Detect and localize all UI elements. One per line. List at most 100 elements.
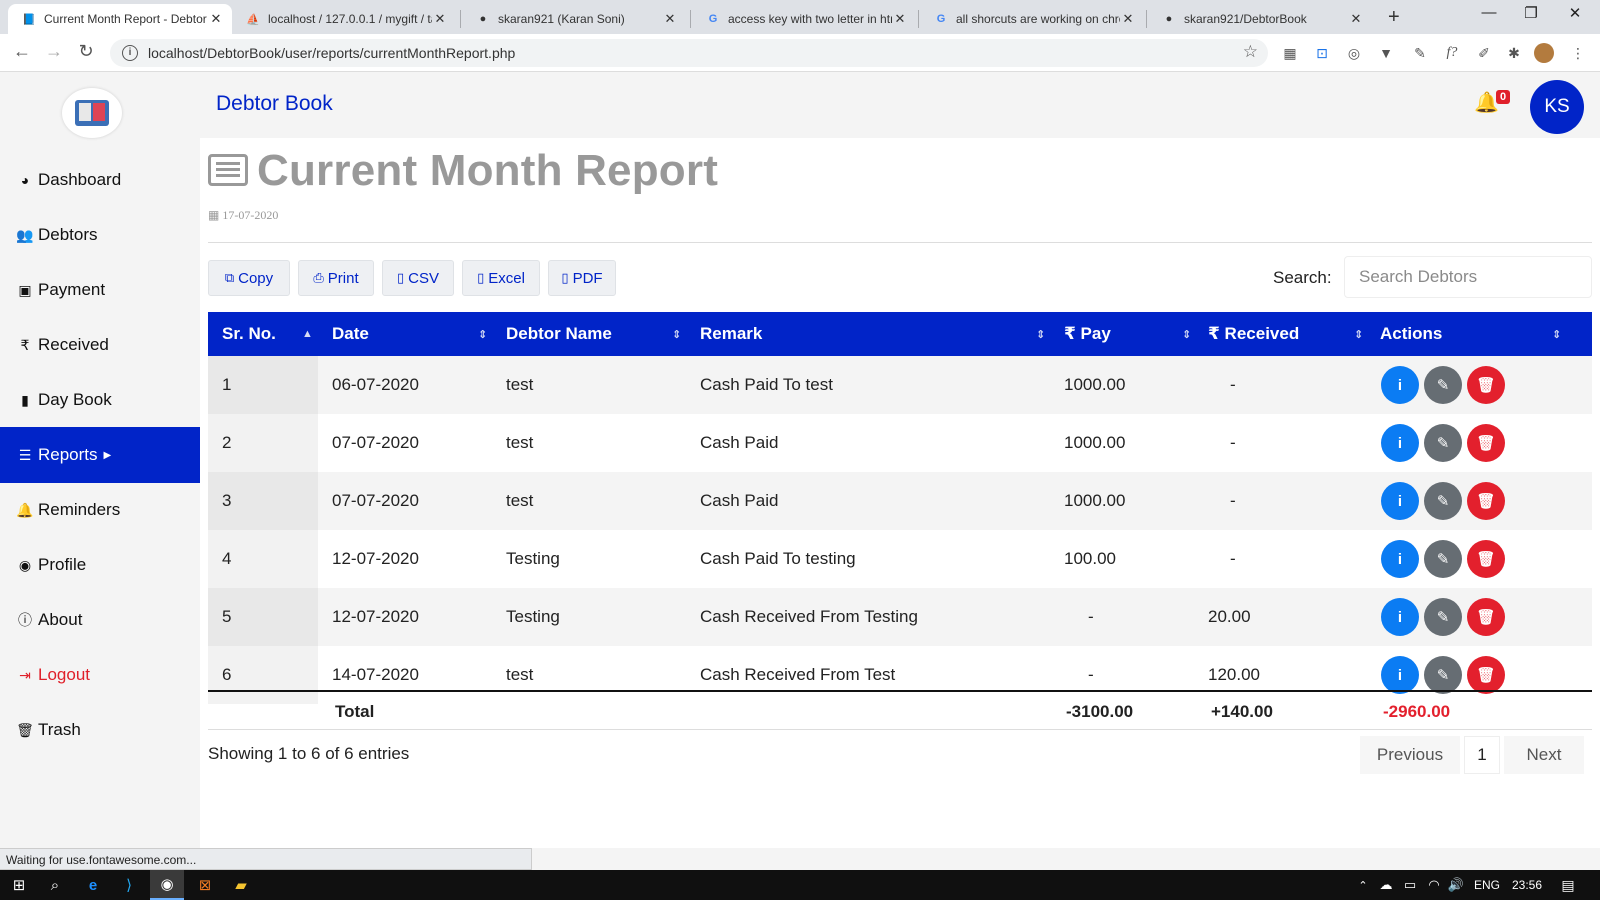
edit-button[interactable]: ✎ [1424,656,1462,694]
chrome-taskbar-icon[interactable]: ◉ [150,870,184,900]
address-bar[interactable]: i localhost/DebtorBook/user/reports/curr… [110,39,1268,67]
extension-icon[interactable]: ✐ [1474,43,1494,63]
column-header-actions[interactable]: Actions [1380,312,1442,356]
edge-browser-icon[interactable]: e [78,870,108,900]
browser-tab[interactable]: G all shorcuts are working on chrome ✕ [920,4,1144,34]
sort-icon[interactable]: ⇕ [1036,312,1045,356]
back-icon[interactable]: ← [10,41,34,62]
edit-button[interactable]: ✎ [1424,540,1462,578]
column-header-remark[interactable]: Remark [700,312,762,356]
delete-button[interactable]: 🗑 [1467,366,1505,404]
sort-icon[interactable]: ⇕ [1354,312,1363,356]
sort-icon[interactable]: ⇕ [1182,312,1191,356]
edit-button[interactable]: ✎ [1424,424,1462,462]
extension-icon[interactable]: ◎ [1344,43,1364,63]
close-tab-icon[interactable]: ✕ [432,11,448,27]
sidebar-item-reminders[interactable]: 🔔 Reminders [0,482,200,538]
sidebar-item-debtors[interactable]: 👥 Debtors [0,207,200,263]
sort-icon[interactable]: ⇕ [478,312,487,356]
sidebar-item-profile[interactable]: ◉ Profile [0,537,200,593]
close-tab-icon[interactable]: ✕ [662,11,678,27]
info-button[interactable]: i [1381,366,1419,404]
minimize-icon[interactable]: — [1466,4,1512,21]
extension-icon[interactable]: ▦ [1280,43,1300,63]
previous-page-button[interactable]: Previous [1360,736,1460,774]
page-1-button[interactable]: 1 [1464,736,1500,774]
language-indicator[interactable]: ENG [1474,870,1500,900]
info-button[interactable]: i [1381,656,1419,694]
search-icon[interactable]: ⌕ [42,870,68,900]
extension-icon[interactable]: ✎ [1410,43,1430,63]
sidebar-item-payment[interactable]: ▣ Payment [0,262,200,318]
close-tab-icon[interactable]: ✕ [1348,11,1364,27]
brand-title[interactable]: Debtor Book [216,92,333,116]
sidebar-item-dashboard[interactable]: ◕ Dashboard [0,152,200,208]
delete-button[interactable]: 🗑 [1467,540,1505,578]
file-explorer-icon[interactable]: ▰ [226,870,256,900]
sidebar-item-about[interactable]: ⓘ About [0,592,200,648]
site-info-icon[interactable]: i [122,45,138,61]
sort-icon[interactable]: ⇕ [672,312,681,356]
restore-icon[interactable]: ❐ [1508,4,1554,22]
column-header-sr-no[interactable]: Sr. No. [222,312,276,356]
profile-avatar-icon[interactable] [1534,43,1554,63]
bookmark-star-icon[interactable]: ☆ [1243,42,1258,62]
translate-extension-icon[interactable]: ⊡ [1312,43,1332,63]
notifications-icon[interactable]: ▤ [1556,870,1580,900]
new-tab-icon[interactable]: + [1388,6,1400,29]
browser-tab[interactable]: ● skaran921 (Karan Soni) ✕ [462,4,686,34]
edit-button[interactable]: ✎ [1424,598,1462,636]
close-tab-icon[interactable]: ✕ [892,11,908,27]
wifi-icon[interactable]: ◠ [1424,870,1444,900]
sidebar-item-received[interactable]: ₹ Received [0,317,200,373]
battery-icon[interactable]: ▭ [1400,870,1420,900]
close-tab-icon[interactable]: ✕ [208,11,224,27]
formula-extension-icon[interactable]: f? [1442,43,1462,63]
volume-icon[interactable]: 🔊 [1446,870,1466,900]
copy-button[interactable]: ⧉ Copy [208,260,290,296]
info-button[interactable]: i [1381,598,1419,636]
column-header-pay[interactable]: ₹ Pay [1064,312,1111,356]
delete-button[interactable]: 🗑 [1467,482,1505,520]
browser-tab[interactable]: G access key with two letter in html ✕ [692,4,916,34]
extension-icon[interactable]: ▼ [1376,43,1396,63]
vscode-icon[interactable]: ⟩ [114,870,144,900]
edit-button[interactable]: ✎ [1424,482,1462,520]
sort-asc-icon[interactable]: ▲ [302,312,313,356]
next-page-button[interactable]: Next [1504,736,1584,774]
print-button[interactable]: ⎙ Print [298,260,374,296]
cloud-icon[interactable]: ☁ [1376,870,1396,900]
show-hidden-icons[interactable]: ⌃ [1354,870,1372,900]
user-avatar[interactable]: KS [1530,80,1584,134]
chrome-menu-icon[interactable]: ⋮ [1568,43,1588,63]
info-button[interactable]: i [1381,424,1419,462]
delete-button[interactable]: 🗑 [1467,424,1505,462]
excel-button[interactable]: ▯ Excel [462,260,540,296]
sidebar-item-trash[interactable]: 🗑 Trash [0,702,200,758]
info-button[interactable]: i [1381,540,1419,578]
delete-button[interactable]: 🗑 [1467,656,1505,694]
search-input[interactable] [1344,256,1592,298]
column-header-received[interactable]: ₹ Received [1208,312,1299,356]
clock[interactable]: 23:56 [1512,870,1542,900]
sidebar-item-day-book[interactable]: ▮ Day Book [0,372,200,428]
column-header-date[interactable]: Date [332,312,369,356]
forward-icon[interactable]: → [42,41,66,62]
windows-start-icon[interactable]: ⊞ [6,870,32,900]
delete-button[interactable]: 🗑 [1467,598,1505,636]
pdf-button[interactable]: ▯ PDF [548,260,616,296]
sort-icon[interactable]: ⇕ [1552,312,1561,356]
sidebar-item-logout[interactable]: ⇥ Logout [0,647,200,703]
close-tab-icon[interactable]: ✕ [1120,11,1136,27]
browser-tab[interactable]: 📘 Current Month Report - Debtor Book ✕ [8,4,232,34]
csv-button[interactable]: ▯ CSV [382,260,454,296]
window-close-icon[interactable]: ✕ [1552,4,1598,22]
browser-tab[interactable]: ● skaran921/DebtorBook ✕ [1148,4,1372,34]
sidebar-item-reports[interactable]: ☰ Reports ▶ [0,427,200,483]
xampp-icon[interactable]: ⊠ [190,870,220,900]
reload-icon[interactable]: ↻ [74,41,98,62]
app-logo[interactable] [62,88,122,138]
extensions-puzzle-icon[interactable]: ✱ [1504,43,1524,63]
edit-button[interactable]: ✎ [1424,366,1462,404]
browser-tab[interactable]: ⛵ localhost / 127.0.0.1 / mygift / table… [232,4,456,34]
